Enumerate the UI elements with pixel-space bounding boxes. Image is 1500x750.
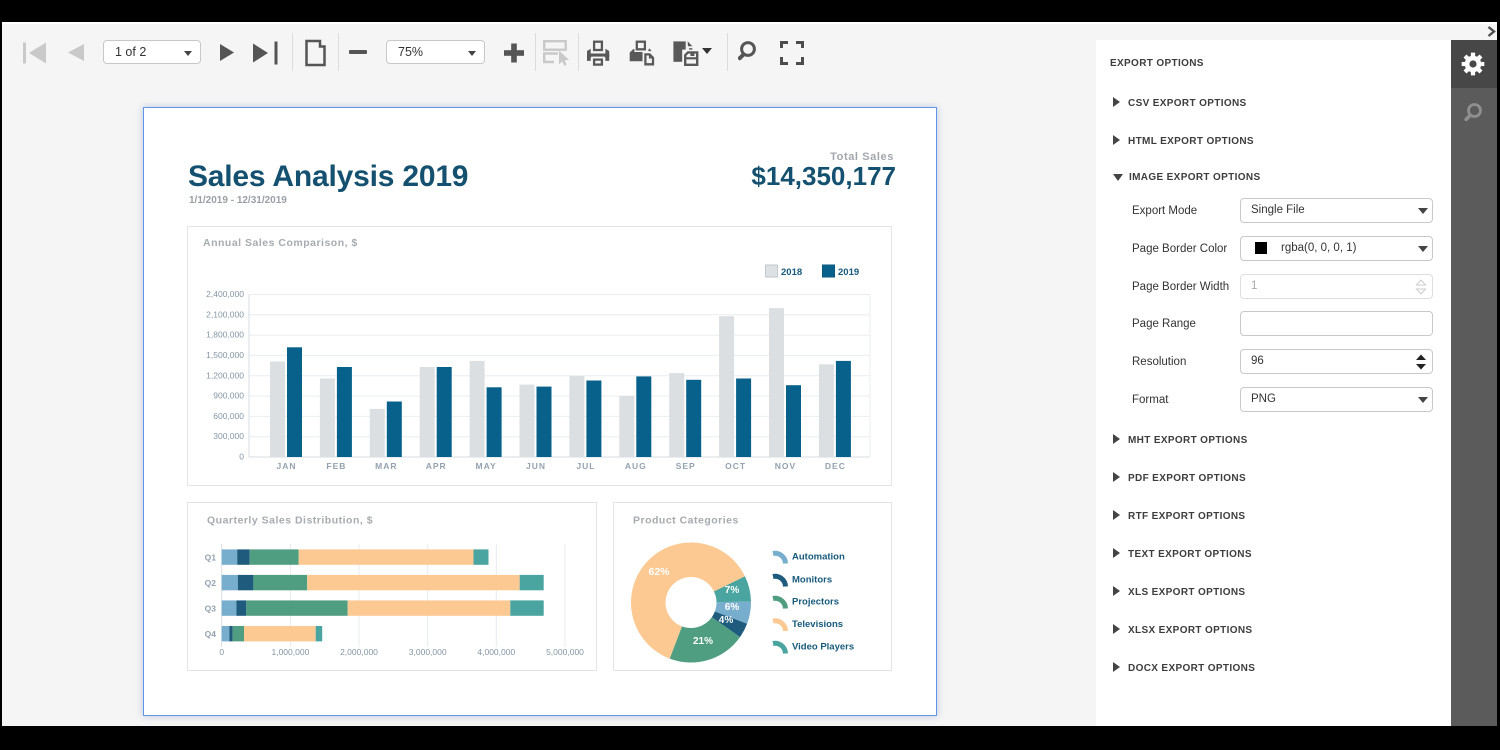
svg-text:Q4: Q4 xyxy=(205,629,217,639)
svg-text:0: 0 xyxy=(239,452,244,462)
svg-text:Quarterly Sales Distribution,: Quarterly Sales Distribution, $ xyxy=(207,515,373,527)
svg-text:2,400,000: 2,400,000 xyxy=(206,289,244,299)
svg-text:1,200,000: 1,200,000 xyxy=(206,370,244,380)
svg-text:300,000: 300,000 xyxy=(213,431,244,441)
svg-text:4%: 4% xyxy=(719,615,734,626)
svg-text:JUN: JUN xyxy=(526,461,546,471)
svg-text:0: 0 xyxy=(219,647,224,657)
svg-text:4,000,000: 4,000,000 xyxy=(477,647,515,657)
svg-text:Q2: Q2 xyxy=(205,578,217,588)
svg-text:SEP: SEP xyxy=(676,461,696,471)
svg-text:OCT: OCT xyxy=(725,461,746,471)
svg-text:5,000,000: 5,000,000 xyxy=(546,647,584,657)
svg-text:62%: 62% xyxy=(648,566,670,578)
svg-text:1,500,000: 1,500,000 xyxy=(206,350,244,360)
svg-text:JUL: JUL xyxy=(576,461,595,471)
svg-text:DEC: DEC xyxy=(825,461,846,471)
svg-text:3,000,000: 3,000,000 xyxy=(409,647,447,657)
svg-text:Projectors: Projectors xyxy=(792,597,839,608)
svg-text:Product Categories: Product Categories xyxy=(633,515,739,527)
svg-text:2018: 2018 xyxy=(781,267,802,278)
svg-text:Annual Sales Comparison, $: Annual Sales Comparison, $ xyxy=(203,237,358,249)
svg-text:Q3: Q3 xyxy=(205,603,217,613)
svg-text:6%: 6% xyxy=(725,602,740,613)
svg-text:MAR: MAR xyxy=(375,461,397,471)
svg-text:900,000: 900,000 xyxy=(213,391,244,401)
svg-text:2019: 2019 xyxy=(838,267,859,278)
svg-text:600,000: 600,000 xyxy=(213,411,244,421)
svg-text:2,100,000: 2,100,000 xyxy=(206,309,244,319)
svg-text:Automation: Automation xyxy=(792,552,845,563)
svg-text:21%: 21% xyxy=(693,636,713,647)
svg-text:2,000,000: 2,000,000 xyxy=(340,647,378,657)
svg-text:Televisions: Televisions xyxy=(792,619,843,630)
svg-text:1,800,000: 1,800,000 xyxy=(206,330,244,340)
svg-text:Monitors: Monitors xyxy=(792,575,832,586)
svg-text:Q1: Q1 xyxy=(205,552,217,562)
svg-text:1,000,000: 1,000,000 xyxy=(271,647,309,657)
svg-text:FEB: FEB xyxy=(326,461,346,471)
svg-text:7%: 7% xyxy=(725,585,740,596)
svg-text:NOV: NOV xyxy=(775,461,796,471)
svg-text:JAN: JAN xyxy=(276,461,296,471)
svg-text:APR: APR xyxy=(426,461,447,471)
svg-text:MAY: MAY xyxy=(476,461,497,471)
svg-text:Video Players: Video Players xyxy=(792,642,854,653)
svg-text:AUG: AUG xyxy=(625,461,647,471)
